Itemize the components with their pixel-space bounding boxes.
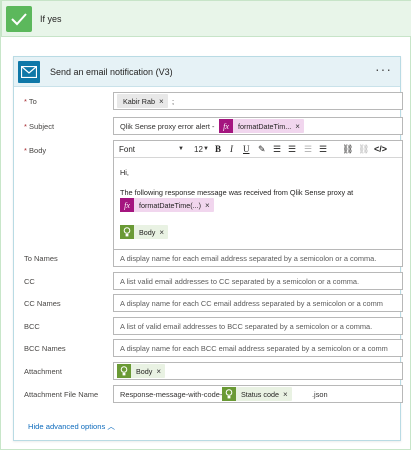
remove-icon[interactable]: ×: [156, 367, 161, 376]
body-label: * Body: [24, 146, 47, 155]
font-select[interactable]: Font: [119, 145, 135, 154]
cc-names-label: CC Names: [24, 299, 61, 308]
to-separator: ;: [172, 97, 175, 106]
to-label: * To: [24, 97, 37, 106]
dynamic-content-icon: [117, 364, 131, 378]
dynamic-content-token[interactable]: Body ×: [117, 364, 166, 378]
branch-header[interactable]: If yes: [1, 0, 411, 37]
expression-token[interactable]: fx formatDateTime(...) ×: [120, 198, 214, 212]
remove-icon[interactable]: ×: [295, 122, 300, 131]
attachment-field[interactable]: Body ×: [113, 362, 403, 380]
code-view-icon[interactable]: </>: [374, 144, 387, 154]
chevron-down-icon[interactable]: ▼: [203, 146, 209, 152]
highlight-icon[interactable]: ✎: [258, 144, 266, 155]
function-icon: fx: [219, 119, 233, 133]
outdent-icon[interactable]: ☰: [304, 144, 312, 155]
attachment-label: Attachment: [24, 367, 62, 376]
indent-icon[interactable]: ☰: [319, 144, 327, 155]
expression-token[interactable]: fx formatDateTim... ×: [219, 119, 304, 133]
to-names-label: To Names: [24, 254, 58, 263]
body-line-greeting: Hi,: [120, 168, 129, 177]
unlink-icon[interactable]: ⛓: [358, 144, 369, 155]
condition-branch: If yes Send an email notification (V3) ·…: [0, 0, 411, 450]
remove-icon[interactable]: ×: [205, 201, 210, 210]
dynamic-content-icon: [120, 225, 134, 239]
remove-icon[interactable]: ×: [283, 390, 288, 399]
body-editor[interactable]: Font ▼ 12 ▼ B I U ✎ ☰ ☰ ☰ ☰ ⛓ ⛓ </> Hi, …: [113, 140, 403, 252]
bcc-names-label: BCC Names: [24, 344, 66, 353]
bcc-field[interactable]: A list of valid email addresses to BCC s…: [113, 317, 403, 335]
bcc-names-placeholder: A display name for each BCC email addres…: [120, 344, 388, 353]
bcc-label: BCC: [24, 322, 40, 331]
recipient-token[interactable]: Kabir Rab ×: [117, 94, 168, 108]
branch-label: If yes: [40, 14, 62, 24]
bold-icon[interactable]: B: [215, 144, 221, 154]
to-names-placeholder: A display name for each email address se…: [120, 254, 377, 263]
link-icon[interactable]: ⛓: [342, 144, 353, 155]
dynamic-content-icon: [222, 387, 236, 401]
more-options-icon[interactable]: ···: [375, 61, 392, 77]
attachment-file-name-field[interactable]: Response-message-with-code- Status code ×…: [113, 385, 403, 403]
to-field[interactable]: Kabir Rab × ;: [113, 92, 403, 110]
mail-icon: [18, 61, 40, 83]
dynamic-content-token[interactable]: Body ×: [120, 225, 169, 239]
chevron-down-icon[interactable]: ▼: [178, 146, 184, 152]
numbered-list-icon[interactable]: ☰: [288, 144, 296, 155]
check-icon: [6, 6, 32, 32]
hide-advanced-options-link[interactable]: Hide advanced options ︿: [28, 421, 115, 432]
email-action-card: Send an email notification (V3) ··· * To…: [13, 56, 403, 441]
bcc-placeholder: A list of valid email addresses to BCC s…: [120, 322, 373, 331]
remove-icon[interactable]: ×: [159, 97, 164, 106]
subject-field[interactable]: Qlik Sense proxy error alert - fx format…: [113, 117, 403, 135]
to-names-field[interactable]: A display name for each email address se…: [113, 249, 403, 267]
body-line-message: The following response message was recei…: [120, 188, 354, 197]
bcc-names-field[interactable]: A display name for each BCC email addres…: [113, 339, 403, 357]
cc-field[interactable]: A list valid email addresses to CC separ…: [113, 272, 403, 290]
file-name-prefix: Response-message-with-code-: [120, 390, 223, 399]
italic-icon[interactable]: I: [230, 144, 233, 154]
chevron-up-icon: ︿: [107, 422, 115, 431]
cc-placeholder: A list valid email addresses to CC separ…: [120, 277, 360, 286]
subject-text: Qlik Sense proxy error alert -: [120, 122, 215, 131]
action-header[interactable]: Send an email notification (V3) ···: [14, 57, 400, 87]
action-title: Send an email notification (V3): [50, 67, 173, 77]
bulleted-list-icon[interactable]: ☰: [273, 144, 281, 155]
dynamic-content-token[interactable]: Status code ×: [222, 387, 292, 401]
attachment-file-name-label: Attachment File Name: [24, 390, 99, 399]
subject-label: * Subject: [24, 122, 55, 131]
size-select[interactable]: 12: [194, 145, 203, 154]
function-icon: fx: [120, 198, 134, 212]
cc-names-field[interactable]: A display name for each CC email address…: [113, 294, 403, 312]
format-toolbar: Font ▼ 12 ▼ B I U ✎ ☰ ☰ ☰ ☰ ⛓ ⛓ </>: [114, 141, 402, 158]
cc-names-placeholder: A display name for each CC email address…: [120, 299, 383, 308]
cc-label: CC: [24, 277, 35, 286]
underline-icon[interactable]: U: [243, 144, 250, 154]
remove-icon[interactable]: ×: [159, 228, 164, 237]
file-name-suffix: .json: [312, 390, 328, 399]
